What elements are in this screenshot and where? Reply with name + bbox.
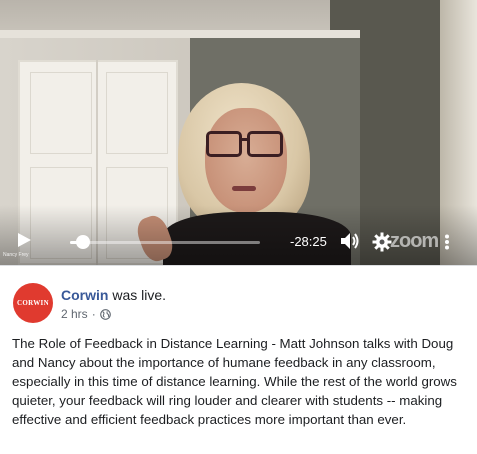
participant-name-label: Nancy Frey [3, 252, 29, 258]
time-remaining: -28:25 [290, 234, 327, 249]
post-timestamp[interactable]: 2 hrs [61, 307, 88, 321]
post-meta: 2 hrs · [61, 307, 111, 321]
zoom-watermark: zoom [390, 230, 439, 252]
progress-scrubber[interactable] [76, 235, 90, 249]
globe-icon[interactable] [99, 308, 111, 320]
page-avatar[interactable]: CORWIN [13, 283, 53, 323]
video-player[interactable]: Nancy Frey -28:25 zoom [0, 0, 477, 265]
play-icon[interactable] [16, 232, 32, 248]
page-name-link[interactable]: Corwin [61, 287, 108, 303]
post-action-text: was live. [108, 287, 167, 303]
post-body-text: The Role of Feedback in Distance Learnin… [12, 336, 457, 427]
meta-separator: · [91, 307, 96, 321]
speaker-mouth [232, 186, 256, 191]
volume-icon[interactable] [340, 232, 360, 250]
settings-gear-icon[interactable] [372, 232, 392, 252]
speaker-glasses-right [247, 131, 283, 157]
progress-bar[interactable] [70, 241, 260, 244]
more-options-icon[interactable] [442, 234, 452, 250]
speaker-face [205, 108, 287, 213]
post-card: CORWIN Corwin was live. 2 hrs · The Role… [0, 265, 477, 454]
video-frame-molding [0, 30, 360, 38]
speaker-glasses-bridge [242, 138, 248, 141]
speaker-glasses-left [206, 131, 242, 157]
post-header: Corwin was live. [61, 287, 166, 303]
